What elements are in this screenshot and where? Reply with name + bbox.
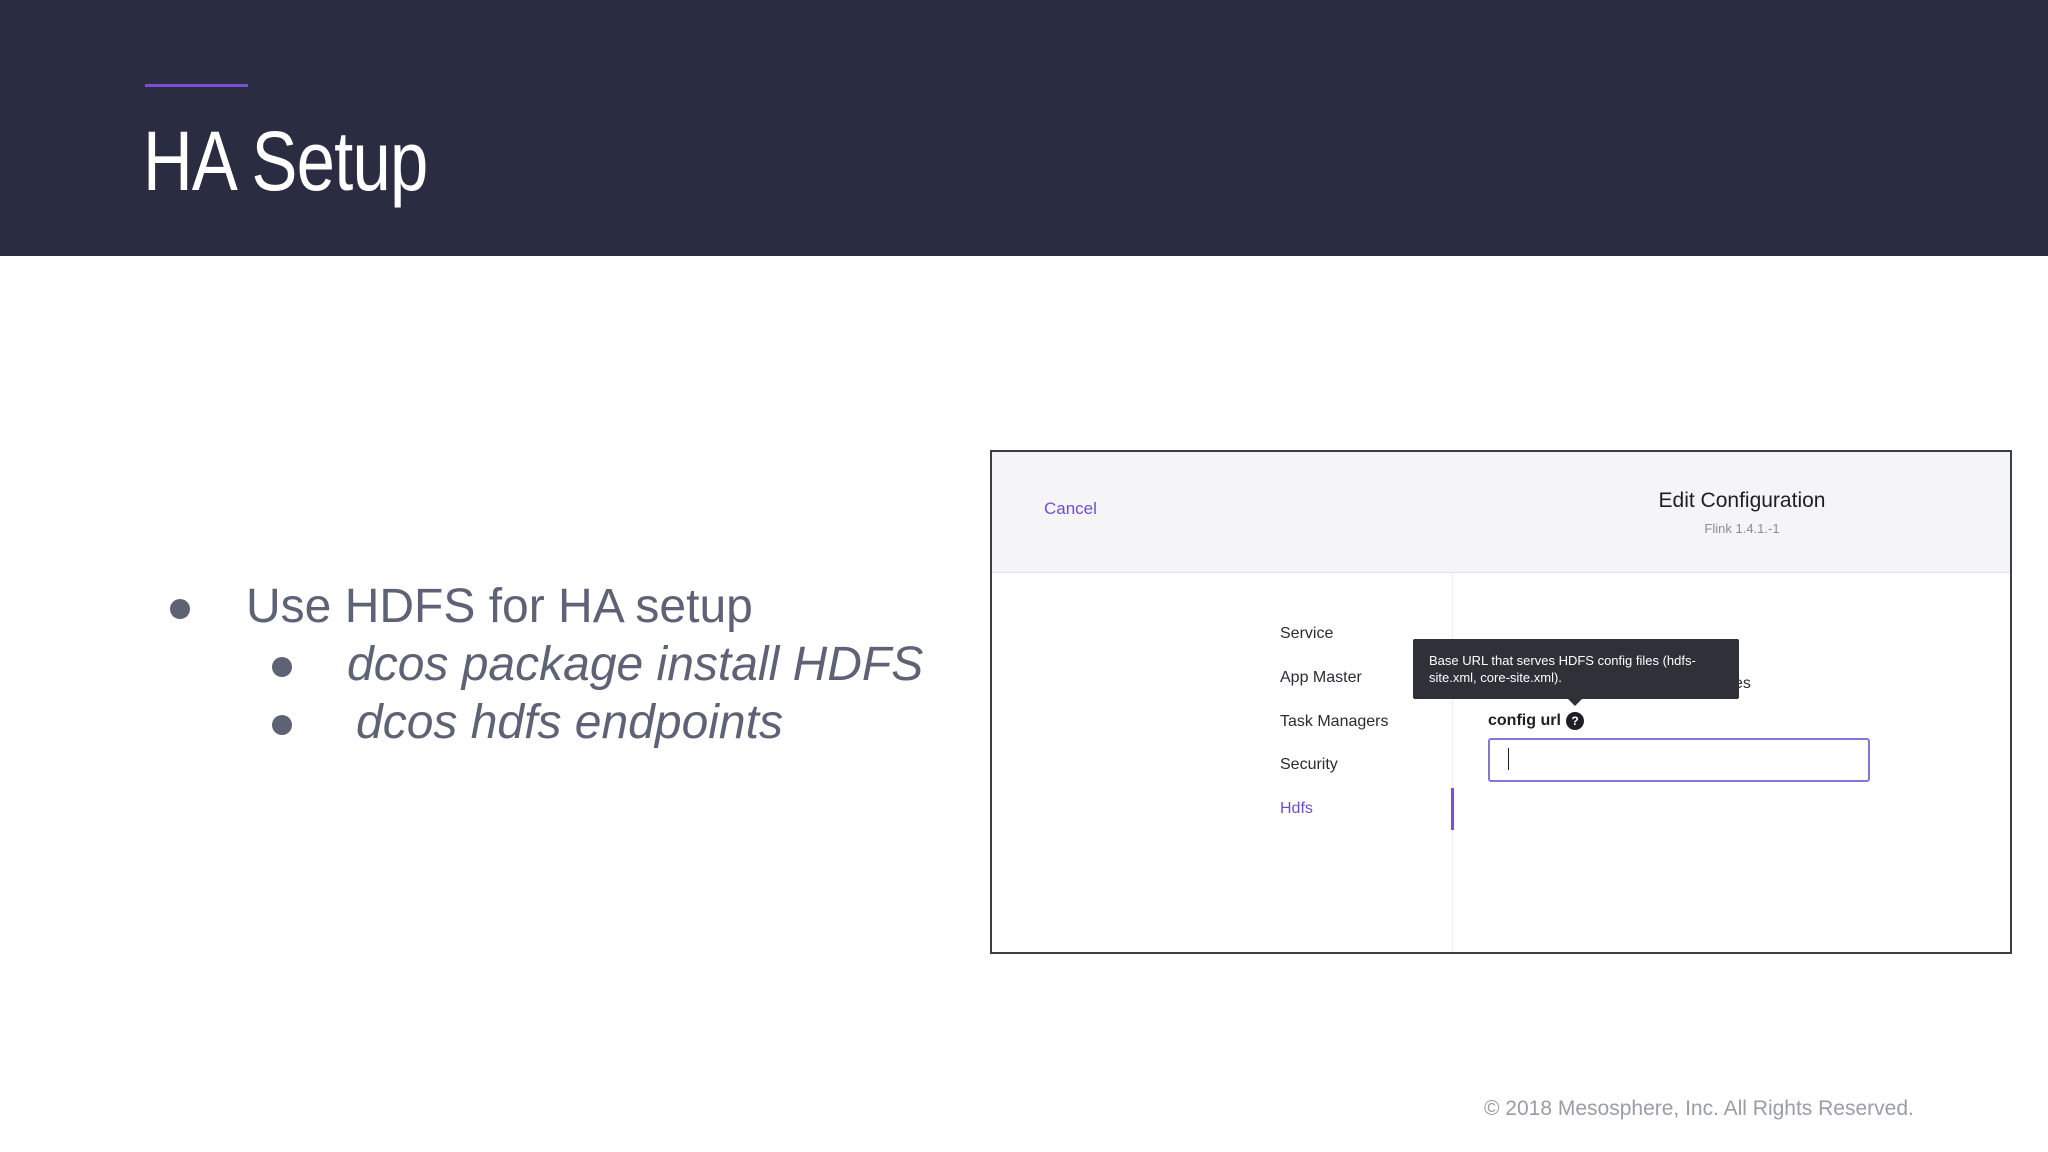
nav-item-security[interactable]: Security [1280, 755, 1338, 775]
embedded-screenshot: Cancel Edit Configuration Flink 1.4.1.-1… [990, 450, 2012, 954]
nav-item-service[interactable]: Service [1280, 624, 1333, 644]
tooltip-arrow [1568, 699, 1582, 706]
bullet-dot [170, 599, 190, 619]
bullet-sub-item: dcos hdfs endpoints [356, 696, 783, 749]
question-circle-icon[interactable]: ? [1566, 712, 1584, 730]
bullet-item: Use HDFS for HA setup [246, 580, 753, 633]
nav-item-task-managers[interactable]: Task Managers [1280, 712, 1389, 732]
config-url-input[interactable] [1488, 738, 1870, 782]
config-url-label: config url [1488, 712, 1561, 729]
text-caret [1508, 748, 1509, 770]
modal-subtitle: Flink 1.4.1.-1 [1704, 521, 1780, 536]
help-tooltip: Base URL that serves HDFS config files (… [1413, 639, 1739, 699]
bullet-sub-item: dcos package install HDFS [347, 638, 924, 691]
cancel-button[interactable]: Cancel [1044, 498, 1097, 520]
copyright-footer: © 2018 Mesosphere, Inc. All Rights Reser… [1484, 1097, 1914, 1120]
bullet-list: Use HDFS for HA setup dcos package insta… [0, 0, 960, 1152]
nav-item-app-master[interactable]: App Master [1280, 668, 1362, 688]
nav-item-hdfs[interactable]: Hdfs [1280, 799, 1313, 819]
bullet-dot [272, 657, 292, 677]
bullet-dot [272, 715, 292, 735]
nav-divider [1452, 572, 1453, 952]
modal-title: Edit Configuration [1658, 489, 1826, 512]
nav-active-indicator [1451, 788, 1454, 830]
slide: HA Setup Use HDFS for HA setup dcos pack… [0, 0, 2048, 1152]
modal-header: Cancel Edit Configuration Flink 1.4.1.-1 [992, 452, 2010, 573]
